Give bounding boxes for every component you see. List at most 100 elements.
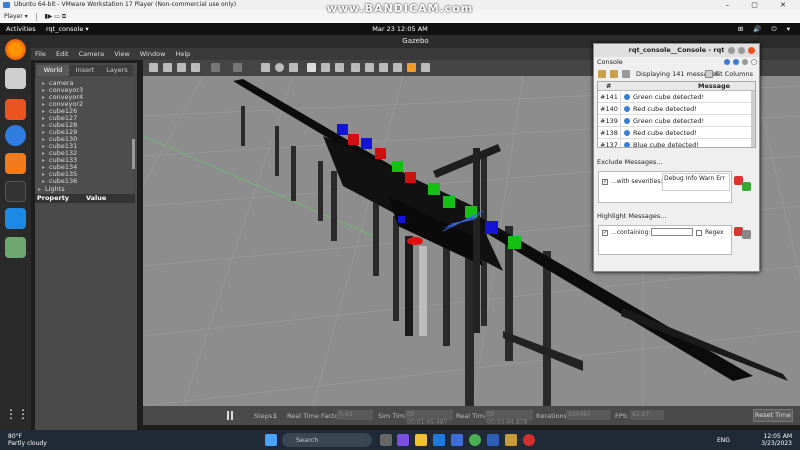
clock[interactable]: Mar 23 12:05 AM — [0, 23, 800, 35]
sev-err[interactable]: Err — [716, 175, 725, 182]
terminal-icon[interactable] — [5, 181, 26, 202]
console-subheader: Console — [594, 58, 759, 67]
rotate-icon[interactable] — [177, 63, 186, 72]
tab-layers[interactable]: Layers — [101, 65, 133, 76]
scale-icon[interactable] — [191, 63, 200, 72]
highlight-options-icon[interactable] — [742, 230, 751, 239]
pause-icon[interactable] — [227, 411, 234, 420]
sev-info[interactable]: Info — [686, 175, 697, 182]
system-clock[interactable]: 12:05 AM 3/23/2023 — [761, 433, 792, 447]
copy-icon[interactable] — [351, 63, 360, 72]
tab-insert[interactable]: Insert — [69, 65, 101, 76]
weather-widget[interactable]: 80°F Partly cloudy — [8, 433, 47, 447]
align-icon[interactable] — [379, 63, 388, 72]
translate-icon[interactable] — [163, 63, 172, 72]
apps-grid-icon[interactable]: ⋮⋮ — [5, 404, 29, 425]
menu-camera[interactable]: Camera — [79, 50, 105, 58]
help-icon[interactable] — [723, 59, 730, 65]
record-icon[interactable] — [421, 63, 430, 72]
start-icon[interactable] — [265, 434, 277, 446]
select-icon[interactable] — [149, 63, 158, 72]
app-taskbar-icon[interactable] — [487, 434, 499, 446]
help-icon[interactable] — [5, 125, 26, 146]
exclude-title: Exclude Messages... — [597, 158, 663, 166]
ubuntu-top-bar: Mar 23 12:05 AM Activities rqt_console ▾… — [0, 23, 800, 35]
app-icon[interactable] — [5, 153, 26, 174]
bandicam-watermark: www.BANDICAM.com — [326, 2, 474, 15]
tree-scrollbar[interactable] — [132, 139, 135, 169]
vscode-taskbar-icon[interactable] — [451, 434, 463, 446]
task-view-icon[interactable] — [380, 434, 392, 446]
fit-columns-icon[interactable] — [705, 70, 713, 78]
severity-list[interactable]: Debug Info Warn Err — [662, 173, 730, 191]
minimize-icon[interactable] — [728, 47, 735, 54]
firefox-icon[interactable] — [5, 39, 26, 60]
rqt-icon[interactable] — [5, 237, 26, 258]
chrome-icon[interactable] — [469, 434, 481, 446]
menu-file[interactable]: File — [35, 50, 46, 58]
explorer-icon[interactable] — [415, 434, 427, 446]
pause-messages-icon[interactable] — [598, 70, 606, 78]
search-box[interactable]: Search — [282, 433, 372, 447]
dirlight-icon[interactable] — [335, 63, 344, 72]
highlight-input[interactable] — [651, 228, 693, 236]
snap-icon[interactable] — [393, 63, 402, 72]
table-row[interactable]: #141 Green cube detected! — [598, 91, 755, 103]
highlight-checkbox[interactable]: ✓ — [602, 230, 608, 236]
software-icon[interactable] — [5, 99, 26, 120]
paste-icon[interactable] — [365, 63, 374, 72]
files-icon[interactable] — [5, 68, 26, 89]
menu-view[interactable]: View — [114, 50, 129, 58]
options-icon[interactable] — [741, 59, 748, 65]
table-row[interactable]: #140 Red cube detected! — [598, 103, 755, 115]
screenshot-icon[interactable] — [407, 63, 416, 72]
table-row[interactable]: #139 Green cube detected! — [598, 115, 755, 127]
undock-icon[interactable] — [751, 59, 757, 65]
table-row[interactable]: #138 Red cube detected! — [598, 127, 755, 139]
box-icon[interactable] — [261, 63, 270, 72]
app-menu[interactable]: rqt_console ▾ — [46, 23, 89, 35]
col-id[interactable]: # — [606, 82, 611, 91]
vmware-taskbar-icon[interactable] — [505, 434, 517, 446]
sphere-icon[interactable] — [275, 63, 284, 72]
system-tray-icons[interactable]: ⊞ 🔊 ⏻ ▾ — [738, 23, 794, 35]
player-menu[interactable]: Player ▾ — [4, 13, 28, 20]
bandicam-taskbar-icon[interactable] — [523, 434, 535, 446]
fit-columns-button[interactable]: Fit Columns — [715, 68, 753, 80]
exclude-checkbox[interactable]: ✓ — [602, 179, 608, 185]
undo-icon[interactable] — [211, 63, 220, 72]
menu-window[interactable]: Window — [140, 50, 166, 58]
reset-time-button[interactable]: Reset Time — [753, 409, 793, 422]
redo-icon[interactable] — [233, 63, 242, 72]
close-icon[interactable] — [748, 47, 755, 54]
sev-debug[interactable]: Debug — [664, 175, 684, 182]
table-row[interactable]: #137 Blue cube detected! — [598, 139, 755, 147]
activities-button[interactable]: Activities — [6, 23, 36, 35]
tab-world[interactable]: World — [37, 65, 69, 76]
row-id: #138 — [600, 129, 618, 137]
menu-help[interactable]: Help — [175, 50, 190, 58]
regex-checkbox[interactable] — [696, 230, 702, 236]
spotlight-icon[interactable] — [321, 63, 330, 72]
vm-toolbar-icons[interactable]: ▮▶ ▭ ⧉ — [44, 13, 66, 20]
pointlight-icon[interactable] — [307, 63, 316, 72]
maximize-icon[interactable] — [738, 47, 745, 54]
steps-value[interactable]: 1 — [273, 412, 277, 420]
save-icon[interactable] — [610, 70, 618, 78]
window-controls[interactable]: – ▢ ✕ — [726, 0, 796, 10]
cylinder-icon[interactable] — [289, 63, 298, 72]
menu-edit[interactable]: Edit — [56, 50, 69, 58]
teams-icon[interactable] — [397, 434, 409, 446]
language-indicator[interactable]: ENG — [717, 437, 730, 444]
table-scrollbar[interactable] — [751, 91, 755, 147]
sev-warn[interactable]: Warn — [699, 175, 714, 182]
tree-item-lights[interactable]: Lights — [38, 186, 64, 194]
reload-icon[interactable] — [732, 59, 739, 65]
clear-icon[interactable] — [622, 70, 630, 78]
add-filter-icon[interactable] — [742, 182, 751, 191]
vscode-icon[interactable] — [5, 208, 26, 229]
fps-label: FPS: — [615, 412, 629, 420]
tree-item[interactable]: cube136 — [42, 178, 77, 186]
col-message[interactable]: Message — [698, 82, 730, 91]
edge-icon[interactable] — [433, 434, 445, 446]
